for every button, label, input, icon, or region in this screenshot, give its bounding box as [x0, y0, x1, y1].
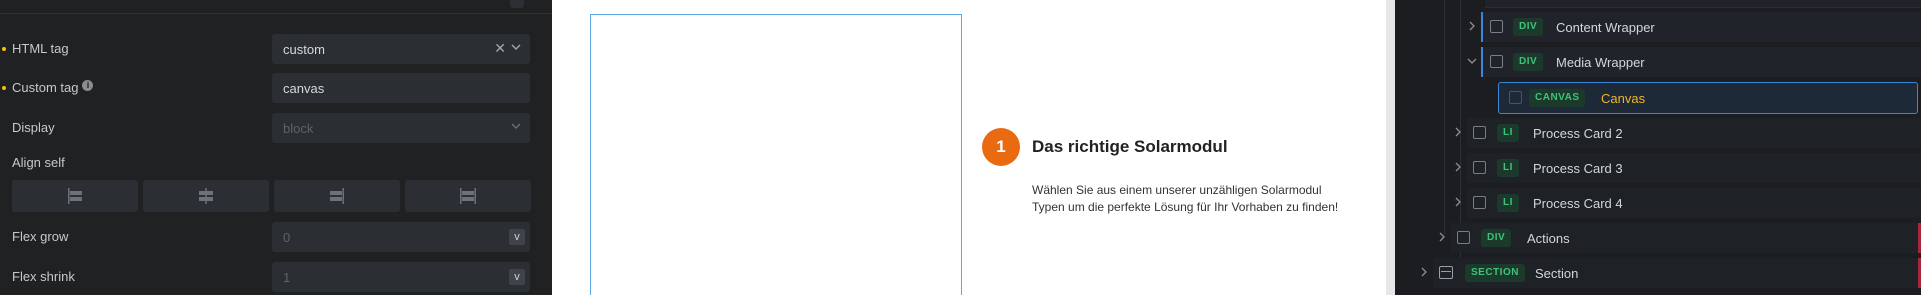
element-tag: CANVAS	[1529, 89, 1586, 107]
clear-icon[interactable]: ✕	[494, 41, 506, 55]
chevron-right-icon[interactable]	[1467, 21, 1477, 31]
tree-item-label: Process Card 3	[1533, 161, 1623, 176]
visibility-checkbox[interactable]	[1473, 126, 1486, 139]
align-center-button[interactable]	[143, 180, 269, 212]
visibility-checkbox[interactable]	[1509, 91, 1522, 104]
step-description: Wählen Sie aus einem unserer unzähligen …	[1032, 183, 1339, 214]
visibility-checkbox[interactable]	[1473, 161, 1486, 174]
display-row: Display block	[0, 111, 552, 145]
chevron-down-icon[interactable]	[1467, 56, 1477, 66]
visibility-checkbox[interactable]	[1490, 55, 1503, 68]
align-end-button[interactable]	[274, 180, 400, 212]
unit-selector[interactable]: v	[509, 269, 525, 285]
flex-shrink-input[interactable]: 1 v	[272, 262, 530, 292]
tree-item-label: Media Wrapper	[1556, 55, 1645, 70]
display-label: Display	[12, 120, 55, 135]
navigator-panel: DIV Content Wrapper DIV Media Wrapper CA…	[1395, 0, 1921, 295]
custom-tag-label: Custom tag i	[12, 80, 94, 95]
tree-item-label: Content Wrapper	[1556, 20, 1655, 35]
html-tag-select[interactable]: custom ✕	[272, 34, 530, 64]
custom-tag-input[interactable]: canvas	[272, 73, 530, 103]
flex-shrink-label: Flex shrink	[12, 269, 75, 284]
chevron-right-icon[interactable]	[1419, 267, 1429, 277]
element-tag: DIV	[1513, 18, 1544, 36]
flex-shrink-placeholder: 1	[283, 270, 291, 285]
flex-grow-placeholder: 0	[283, 230, 291, 245]
flex-shrink-row: Flex shrink 1 v	[0, 260, 552, 294]
align-self-row: Align self	[0, 146, 552, 180]
step-number-badge: 1	[982, 128, 1020, 166]
html-tag-value: custom	[283, 42, 325, 57]
element-tag: DIV	[1481, 229, 1512, 247]
html-tag-label: HTML tag	[12, 41, 69, 56]
html-tag-row: HTML tag custom ✕	[0, 32, 552, 66]
flex-grow-label: Flex grow	[12, 229, 69, 244]
element-tag: DIV	[1513, 53, 1544, 71]
tree-item-process-card-3[interactable]: LI Process Card 3	[1455, 152, 1921, 184]
tree-item-section[interactable]: SECTION Section	[1421, 257, 1921, 289]
element-tag: LI	[1497, 159, 1519, 177]
properties-panel: HTML tag custom ✕ Custom tag i canvas Dis…	[0, 0, 552, 295]
align-end-icon	[330, 188, 344, 204]
tree-item-label: Process Card 4	[1533, 196, 1623, 211]
tree-item-process-card-4[interactable]: LI Process Card 4	[1455, 187, 1921, 219]
element-tag: LI	[1497, 194, 1519, 212]
tree-item-process-card-2[interactable]: LI Process Card 2	[1455, 117, 1921, 149]
panel-top-strip	[0, 0, 552, 14]
tree-item-actions[interactable]: DIV Actions	[1439, 222, 1921, 254]
tree-item-label: Section	[1535, 266, 1579, 281]
align-start-button[interactable]	[12, 180, 138, 212]
chevron-right-icon[interactable]	[1453, 127, 1463, 137]
preview-canvas: 1 Das richtige Solarmodul Wählen Sie aus…	[552, 0, 1395, 295]
element-tag: LI	[1497, 124, 1519, 142]
collapse-handle[interactable]	[510, 0, 524, 8]
display-select[interactable]: block	[272, 113, 530, 143]
chevron-right-icon[interactable]	[1437, 232, 1447, 242]
tree-item-label: Process Card 2	[1533, 126, 1623, 141]
chevron-right-icon[interactable]	[1453, 162, 1463, 172]
flex-grow-row: Flex grow 0 v	[0, 220, 552, 254]
navigator-top-strip	[1395, 0, 1921, 9]
visibility-checkbox[interactable]	[1457, 231, 1470, 244]
tree-item-label: Canvas	[1601, 91, 1646, 106]
chevron-down-icon[interactable]	[510, 120, 522, 132]
element-tag: SECTION	[1465, 264, 1525, 282]
visibility-checkbox[interactable]	[1490, 20, 1503, 33]
canvas-edge	[1386, 0, 1395, 295]
chevron-down-icon[interactable]	[510, 41, 522, 53]
unit-selector[interactable]: v	[509, 229, 525, 245]
selected-canvas-element[interactable]	[590, 14, 962, 295]
step-title: Das richtige Solarmodul	[1032, 137, 1228, 156]
tree-item-label: Actions	[1527, 231, 1570, 246]
custom-tag-row: Custom tag i canvas	[0, 71, 552, 105]
align-self-buttons	[12, 180, 531, 212]
changed-indicator	[2, 47, 6, 51]
custom-tag-label-text: Custom tag	[12, 80, 79, 95]
align-stretch-icon	[460, 188, 476, 204]
flex-grow-input[interactable]: 0 v	[272, 222, 530, 252]
align-start-icon	[68, 188, 82, 204]
tree-item-canvas[interactable]: CANVAS Canvas	[1498, 81, 1918, 115]
changed-indicator	[2, 86, 6, 90]
section-icon	[1439, 266, 1453, 279]
tree-item-media-wrapper[interactable]: DIV Media Wrapper	[1467, 46, 1921, 78]
align-center-icon	[199, 188, 213, 204]
align-self-label: Align self	[12, 155, 65, 170]
info-icon[interactable]: i	[82, 80, 94, 91]
visibility-checkbox[interactable]	[1473, 196, 1486, 209]
align-stretch-button[interactable]	[405, 180, 531, 212]
tree-item-content-wrapper[interactable]: DIV Content Wrapper	[1469, 11, 1921, 43]
display-placeholder: block	[283, 121, 314, 136]
custom-tag-value: canvas	[283, 81, 325, 96]
tree-guide	[1444, 0, 1445, 235]
chevron-right-icon[interactable]	[1453, 197, 1463, 207]
